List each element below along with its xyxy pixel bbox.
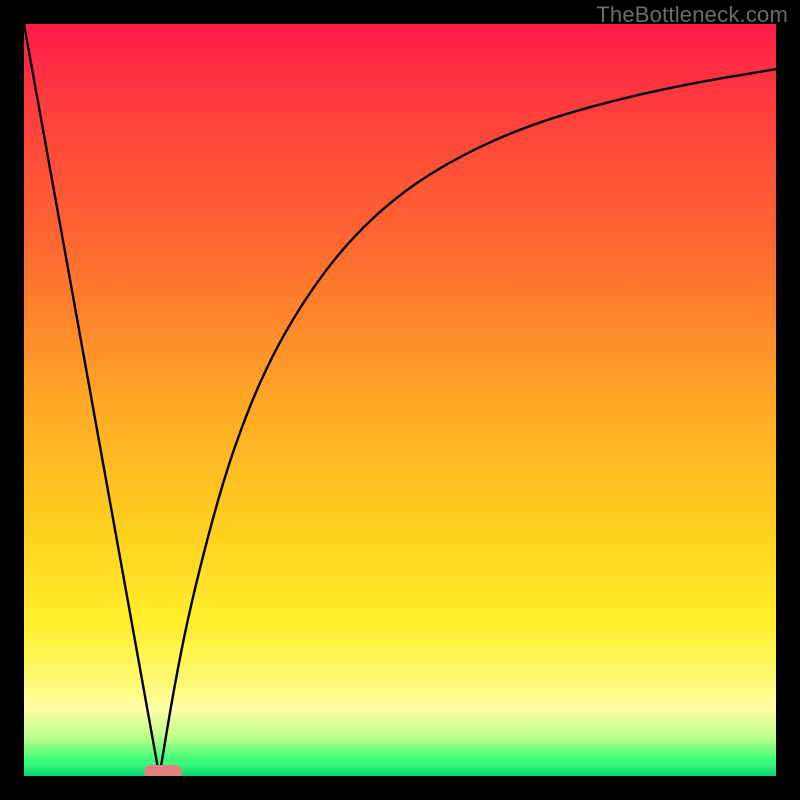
plot-area — [24, 24, 776, 776]
minimum-marker — [144, 765, 182, 776]
chart-frame: TheBottleneck.com — [0, 0, 800, 800]
watermark-text: TheBottleneck.com — [596, 2, 788, 28]
bottleneck-curve — [24, 24, 776, 776]
